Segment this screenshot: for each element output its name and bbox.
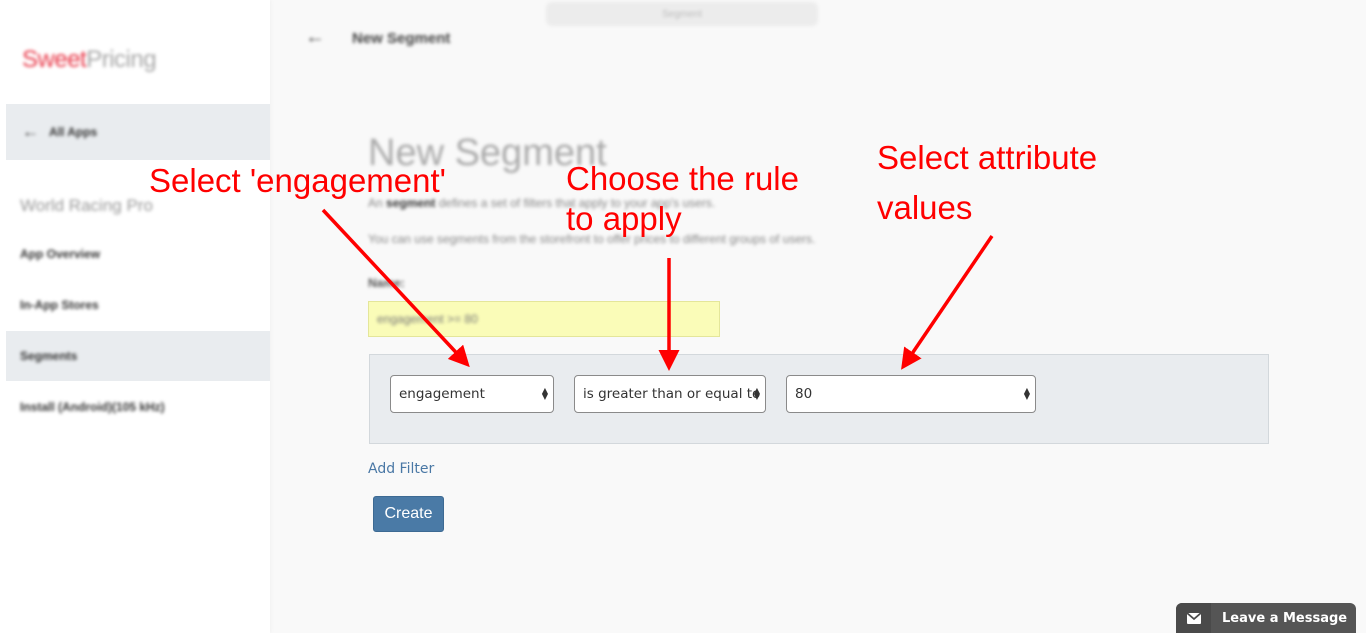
name-input[interactable]: engagement >= 80 [368,301,720,337]
value-select[interactable]: 80 ▲ ▼ [786,375,1036,413]
name-label: Name: [368,276,405,290]
leave-message-label: Leave a Message [1222,610,1348,626]
annotation-select-values-line2: values [877,189,973,226]
back-arrow-icon[interactable]: ← [305,26,325,49]
top-pill: Segment [546,2,818,26]
sidebar: SweetPricing ← All Apps World Racing Pro… [0,0,270,633]
back-arrow-icon: ← [22,122,39,141]
value-select-value: 80 [795,386,813,402]
add-filter-link[interactable]: Add Filter [368,461,434,477]
name-input-value: engagement >= 80 [377,312,478,326]
app-name: World Racing Pro [20,196,153,215]
sidebar-item-in-app-stores[interactable]: In-App Stores [6,280,270,330]
logo-sweet: Sweet [22,46,87,73]
annotation-select-values: Select attribute values [877,133,1097,233]
filter-panel: engagement ▲ ▼ is greater than or equal t… [369,354,1269,444]
sidebar-item-app-overview[interactable]: App Overview [6,229,270,279]
logo-pricing: Pricing [86,46,157,73]
envelope-icon [1176,603,1211,633]
all-apps-link[interactable]: ← All Apps [6,104,270,160]
select-stepper-icon: ▲ ▼ [541,386,548,401]
attribute-select[interactable]: engagement ▲ ▼ [390,375,554,413]
sidebar-item-segments[interactable]: Segments [6,331,270,381]
leave-message-widget[interactable]: Leave a Message [1176,603,1356,633]
rule-select[interactable]: is greater than or equal to ▲ ▼ [574,375,766,413]
annotation-select-attribute: Select 'engagement' [149,162,446,199]
arrow-to-value-select [901,235,994,370]
select-stepper-icon: ▲ ▼ [1023,386,1030,401]
sidebar-item-install[interactable]: Install (Android)(105 kHz) [6,382,270,432]
create-button[interactable]: Create [373,496,444,532]
all-apps-label: All Apps [49,125,98,139]
sidebar-item-label: Segments [20,349,78,363]
app-logo[interactable]: SweetPricing [22,46,157,74]
attribute-select-value: engagement [399,386,485,402]
header-title: New Segment [352,30,451,47]
annotation-select-values-line1: Select attribute [877,139,1098,176]
top-pill-text: Segment [661,8,703,20]
annotation-choose-rule: Choose the rule to apply [566,154,799,244]
select-stepper-icon: ▲ ▼ [753,386,760,401]
rule-select-value: is greater than or equal to [583,386,761,402]
